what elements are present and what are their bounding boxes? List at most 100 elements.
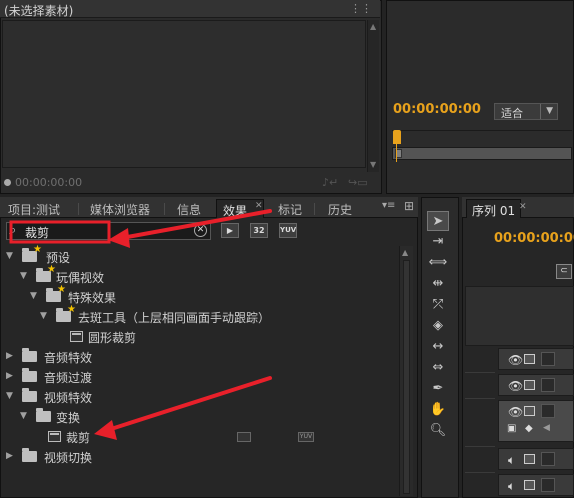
close-icon[interactable]: ✕ (255, 201, 263, 211)
prev-keyframe-icon[interactable]: ◀ (543, 423, 550, 433)
expand-triangle-icon[interactable]: ▼ (6, 251, 13, 261)
panel-menu-icon[interactable]: ⋮⋮ (350, 2, 372, 15)
tab-history[interactable]: 历史 (322, 199, 358, 218)
sequence-timecode[interactable]: 00:00:00:00 (494, 231, 574, 246)
tab-effects[interactable]: 效果 ✕ (216, 199, 264, 218)
collapse-triangle-icon[interactable]: ▶ (6, 451, 13, 461)
tree-item-presets[interactable]: ▼ ★ 预设 (6, 244, 396, 267)
lock-toggle[interactable] (541, 478, 555, 492)
scroll-up-icon[interactable]: ▲ (370, 22, 376, 31)
slip-icon[interactable]: ↔ (427, 337, 449, 357)
collapse-triangle-icon[interactable]: ▶ (6, 371, 13, 381)
tree-item-video-transitions[interactable]: ▶ 视频切换 (6, 447, 396, 467)
32bit-effects-filter-button[interactable]: 32 (250, 223, 268, 238)
close-icon[interactable]: ✕ (519, 202, 527, 212)
tree-item-crop[interactable]: 裁剪 (6, 427, 396, 447)
tree-item-special-effects[interactable]: ▼ ★ 特殊效果 (6, 284, 396, 307)
lock-toggle[interactable] (541, 452, 555, 466)
lock-toggle[interactable] (541, 404, 555, 418)
video-track-1-header[interactable]: 👁︎ ▣ ◆ ◀ (498, 400, 574, 442)
slide-icon[interactable]: ⇔ (427, 358, 449, 378)
star-icon: ★ (57, 284, 66, 295)
sequence-ruler-area[interactable] (465, 286, 574, 346)
audio-track-2-header[interactable]: 🔈︎ (498, 474, 574, 496)
source-timecode[interactable]: 00:00:00:00 (15, 176, 82, 189)
ripple-edit-icon[interactable]: ⟺ (427, 253, 449, 273)
lock-toggle[interactable] (541, 378, 555, 392)
display-style-icon[interactable]: ▣ (507, 423, 516, 434)
tab-separator (164, 203, 165, 215)
folder-icon (22, 348, 37, 362)
expand-triangle-icon[interactable]: ▼ (20, 271, 27, 281)
program-zoom-scrollbar[interactable] (392, 147, 572, 160)
track-divider (465, 398, 495, 399)
eye-icon[interactable]: 👁︎ (508, 353, 523, 367)
track-divider (465, 372, 495, 373)
tab-project[interactable]: 项目:测试 (2, 199, 66, 218)
hand-icon[interactable]: ✋ (427, 400, 449, 420)
expand-triangle-icon[interactable]: ▼ (30, 291, 37, 301)
selection-tool-icon[interactable]: ➤ (427, 211, 449, 231)
tab-separator (314, 203, 315, 215)
rate-stretch-icon[interactable]: ⤱ (427, 295, 449, 315)
tree-item-label: 去斑工具（上层相同画面手动跟踪） (78, 311, 271, 325)
pen-icon[interactable]: ✒ (427, 379, 449, 399)
tab-overflow-icon[interactable]: ⊞ (404, 199, 414, 213)
tree-item-label: 音频特效 (44, 351, 93, 365)
speaker-icon[interactable]: 🔈︎ (508, 453, 515, 468)
export-frame-icon[interactable]: ↪▭ (348, 176, 368, 189)
clear-search-icon[interactable]: ✕ (194, 224, 207, 237)
accelerated-effects-filter-button[interactable]: ▶ (221, 223, 239, 238)
snap-icon[interactable]: ⊂ (556, 264, 572, 279)
eye-icon[interactable]: 👁︎ (508, 405, 523, 419)
collapse-triangle-icon[interactable]: ▶ (6, 351, 13, 361)
tree-item-audio-transitions[interactable]: ▶ 音频过渡 (6, 367, 396, 387)
track-output-icon[interactable] (524, 380, 535, 390)
tab-media-browser[interactable]: 媒体浏览器 (84, 199, 156, 218)
eye-icon[interactable]: 👁︎ (508, 379, 523, 393)
expand-triangle-icon[interactable]: ▼ (6, 391, 13, 401)
keyframe-icon[interactable]: ◆ (525, 423, 533, 434)
rolling-edit-icon[interactable]: ⇹ (427, 274, 449, 294)
program-time-ruler[interactable] (392, 130, 572, 146)
zoom-select-value: 适合 (501, 107, 523, 120)
video-track-2-header[interactable]: 👁︎ (498, 374, 574, 396)
panel-menu-icon[interactable]: ▾≡ (382, 200, 400, 216)
tree-item-circle-crop[interactable]: 圆形裁剪 (6, 327, 396, 347)
tree-item-video-effects[interactable]: ▼ 视频特效 (6, 387, 396, 407)
playhead-dot-icon (4, 179, 11, 186)
yuv-effects-filter-button[interactable]: YUV (279, 223, 297, 238)
track-output-icon[interactable] (524, 480, 535, 490)
lock-toggle[interactable] (541, 352, 555, 366)
audio-track-1-header[interactable]: 🔈︎ (498, 448, 574, 470)
folder-icon (22, 368, 37, 382)
source-scrollbar[interactable]: ▲ ▼ (367, 20, 379, 172)
tree-item-audio-effects[interactable]: ▶ 音频特效 (6, 347, 396, 367)
tab-info[interactable]: 信息 (171, 199, 207, 218)
track-output-icon[interactable] (524, 354, 535, 364)
tree-item-label: 圆形裁剪 (88, 331, 137, 345)
zoom-icon[interactable]: 🔍︎ (427, 421, 449, 441)
tree-item-transform[interactable]: ▼ 变换 (6, 407, 396, 427)
speaker-icon[interactable]: 🔈︎ (508, 479, 515, 494)
drag-video-icon[interactable]: ♪↵ (322, 176, 338, 189)
effects-scrollbar[interactable]: ▲ (399, 246, 413, 496)
expand-triangle-icon[interactable]: ▼ (40, 311, 47, 321)
tab-markers[interactable]: 标记 (272, 199, 308, 218)
zoom-select[interactable]: 适合 ▼ (494, 103, 558, 120)
scrollbar-thumb[interactable] (403, 260, 410, 494)
tab-sequence-01[interactable]: 序列 01 (466, 199, 522, 218)
razor-icon[interactable]: ◈ (427, 316, 449, 336)
program-timecode[interactable]: 00:00:00:00 (393, 102, 481, 117)
playhead-icon[interactable] (393, 130, 401, 144)
expand-triangle-icon[interactable]: ▼ (20, 411, 27, 421)
video-track-3-header[interactable]: 👁︎ (498, 348, 574, 370)
track-select-icon[interactable]: ⇥ (427, 232, 449, 252)
scroll-up-icon[interactable]: ▲ (402, 248, 408, 257)
source-preview-area (2, 20, 366, 168)
track-output-icon[interactable] (524, 406, 535, 416)
effects-search-value[interactable]: 裁剪 (25, 224, 49, 241)
track-output-icon[interactable] (524, 454, 535, 464)
scroll-down-icon[interactable]: ▼ (370, 160, 376, 169)
tree-item-spot-removal-tool[interactable]: ▼ ★ 去斑工具（上层相同画面手动跟踪） (6, 304, 396, 327)
